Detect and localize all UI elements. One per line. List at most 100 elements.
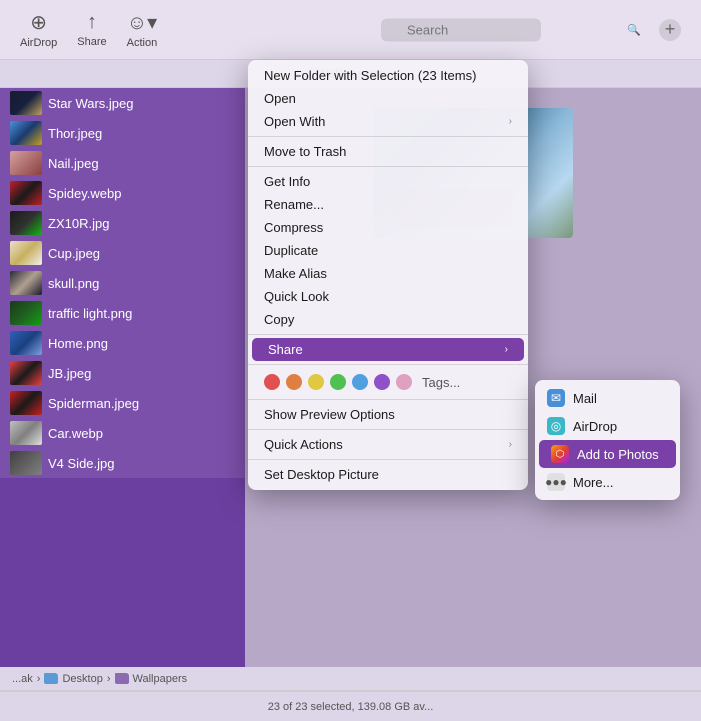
file-name: Spidey.webp [48, 186, 121, 201]
toolbar-action-label: Action [127, 37, 158, 49]
file-item[interactable]: Spidey.webp [0, 178, 245, 208]
context-menu-divider [248, 364, 528, 365]
breadcrumb-desktop[interactable]: Desktop [44, 673, 102, 685]
toolbar-airdrop[interactable]: ⊕ AirDrop [20, 10, 57, 49]
tag-color-dot[interactable] [330, 374, 346, 390]
tag-color-dot[interactable] [374, 374, 390, 390]
share-submenu-label: AirDrop [573, 419, 617, 434]
file-name: JB.jpeg [48, 366, 91, 381]
toolbar-airdrop-label: AirDrop [20, 37, 57, 49]
airdrop-icon: ◎ [547, 417, 565, 435]
context-menu-divider [248, 399, 528, 400]
toolbar-share-label: Share [77, 36, 106, 48]
search-input[interactable] [381, 18, 541, 41]
breadcrumb-separator2: › [107, 673, 111, 685]
file-name: Spiderman.jpeg [48, 396, 139, 411]
tag-color-dot[interactable] [352, 374, 368, 390]
tags-row: Tags... [248, 368, 528, 396]
toolbar-action[interactable]: ☺▾ Action [127, 10, 158, 49]
context-menu-divider [248, 459, 528, 460]
add-button[interactable]: + [659, 19, 681, 41]
toolbar-share[interactable]: ↑ Share [77, 11, 106, 48]
file-name: skull.png [48, 276, 99, 291]
context-menu-item-rename[interactable]: Rename... [248, 193, 528, 216]
file-item[interactable]: V4 Side.jpg [0, 448, 245, 478]
file-thumbnail [10, 181, 42, 205]
share-submenu-item-more[interactable]: ●●● More... [535, 468, 680, 496]
context-menu-item-copy[interactable]: Copy [248, 308, 528, 331]
file-list: Star Wars.jpeg Thor.jpeg Nail.jpeg Spide… [0, 88, 245, 667]
share-submenu-item-airdrop[interactable]: ◎ AirDrop [535, 412, 680, 440]
breadcrumb: ...ak › Desktop › Wallpapers [0, 667, 701, 691]
breadcrumb-separator: › [37, 673, 41, 685]
action-icon: ☺▾ [127, 10, 157, 35]
file-thumbnail [10, 421, 42, 445]
file-item[interactable]: Nail.jpeg [0, 148, 245, 178]
file-thumbnail [10, 241, 42, 265]
context-menu-label: Compress [264, 220, 323, 235]
context-menu-label: Duplicate [264, 243, 318, 258]
context-menu-item-make-alias[interactable]: Make Alias [248, 262, 528, 285]
file-item[interactable]: JB.jpeg [0, 358, 245, 388]
toolbar: ⊕ AirDrop ↑ Share ☺▾ Action + [0, 0, 701, 60]
breadcrumb-wallpapers[interactable]: Wallpapers [115, 673, 188, 685]
context-menu-label: Open [264, 91, 296, 106]
file-item[interactable]: skull.png [0, 268, 245, 298]
context-menu-item-get-info[interactable]: Get Info [248, 170, 528, 193]
file-name: traffic light.png [48, 306, 132, 321]
context-menu-item-move-trash[interactable]: Move to Trash [248, 140, 528, 163]
context-menu-divider [248, 429, 528, 430]
file-item[interactable]: Cup.jpeg [0, 238, 245, 268]
context-menu-item-show-preview[interactable]: Show Preview Options [248, 403, 528, 426]
tag-color-dot[interactable] [286, 374, 302, 390]
context-menu-label: Quick Look [264, 289, 329, 304]
tags-label: Tags... [422, 375, 460, 390]
context-menu-item-new-folder[interactable]: New Folder with Selection (23 Items) [248, 64, 528, 87]
file-item[interactable]: traffic light.png [0, 298, 245, 328]
breadcrumb-item[interactable]: ...ak [12, 673, 33, 685]
file-name: V4 Side.jpg [48, 456, 115, 471]
file-name: ZX10R.jpg [48, 216, 109, 231]
context-menu-label: Rename... [264, 197, 324, 212]
context-menu-item-share[interactable]: Share › [252, 338, 524, 361]
file-thumbnail [10, 451, 42, 475]
file-item[interactable]: Star Wars.jpeg [0, 88, 245, 118]
context-menu-label: Move to Trash [264, 144, 346, 159]
context-menu-item-quick-actions[interactable]: Quick Actions › [248, 433, 528, 456]
file-name: Nail.jpeg [48, 156, 99, 171]
file-thumbnail [10, 91, 42, 115]
context-menu-item-duplicate[interactable]: Duplicate [248, 239, 528, 262]
context-menu-item-compress[interactable]: Compress [248, 216, 528, 239]
file-thumbnail [10, 391, 42, 415]
photos-icon: ⬡ [551, 445, 569, 463]
context-menu-label: Open With [264, 114, 325, 129]
file-item[interactable]: Car.webp [0, 418, 245, 448]
tag-color-dot[interactable] [308, 374, 324, 390]
file-item[interactable]: ZX10R.jpg [0, 208, 245, 238]
context-menu-item-open[interactable]: Open [248, 87, 528, 110]
file-item[interactable]: Spiderman.jpeg [0, 388, 245, 418]
file-thumbnail [10, 271, 42, 295]
file-thumbnail [10, 301, 42, 325]
share-submenu: ✉ Mail ◎ AirDrop ⬡ Add to Photos ●●● Mor… [535, 380, 680, 500]
share-submenu-item-mail[interactable]: ✉ Mail [535, 384, 680, 412]
context-menu-item-open-with[interactable]: Open With › [248, 110, 528, 133]
context-menu-label: Set Desktop Picture [264, 467, 379, 482]
context-menu-item-set-desktop[interactable]: Set Desktop Picture [248, 463, 528, 486]
file-item[interactable]: Home.png [0, 328, 245, 358]
status-text: 23 of 23 selected, 139.08 GB av... [268, 701, 434, 713]
desktop-folder-icon [44, 673, 58, 684]
context-menu-label: Show Preview Options [264, 407, 395, 422]
file-thumbnail [10, 331, 42, 355]
file-item[interactable]: Thor.jpeg [0, 118, 245, 148]
share-submenu-item-add-photos[interactable]: ⬡ Add to Photos [539, 440, 676, 468]
tag-color-dot[interactable] [396, 374, 412, 390]
share-submenu-label: More... [573, 475, 613, 490]
tag-color-dot[interactable] [264, 374, 280, 390]
context-menu: New Folder with Selection (23 Items) Ope… [248, 60, 528, 490]
file-name: Thor.jpeg [48, 126, 102, 141]
context-menu-label: Copy [264, 312, 294, 327]
context-menu-divider [248, 334, 528, 335]
context-menu-label: Share [268, 342, 303, 357]
context-menu-item-quick-look[interactable]: Quick Look [248, 285, 528, 308]
